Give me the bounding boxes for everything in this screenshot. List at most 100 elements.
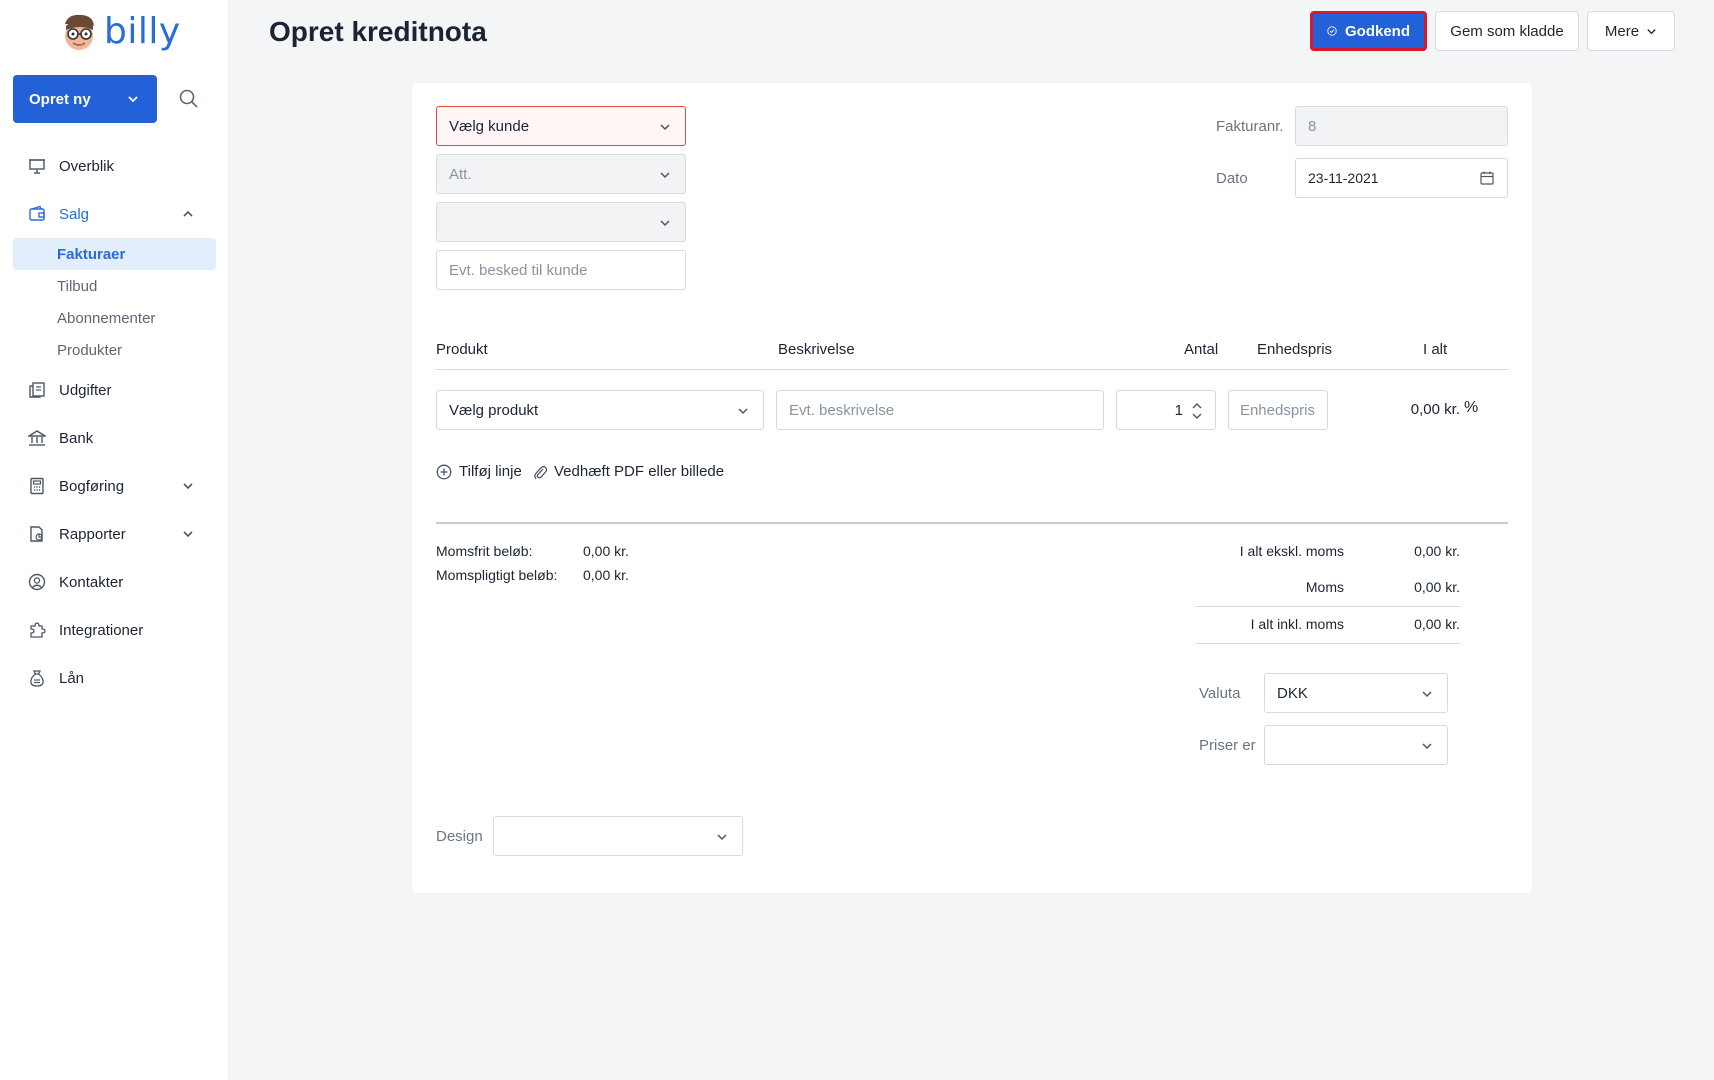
search-icon[interactable] <box>178 88 200 110</box>
line-total: 0,00 kr. <box>1410 401 1460 418</box>
user-circle-icon <box>28 573 46 591</box>
nav-label: Overblik <box>59 157 115 175</box>
vat-free-label: Momsfrit beløb: <box>436 543 533 559</box>
chevron-down-icon <box>660 220 670 227</box>
nav-label: Kontakter <box>59 573 124 591</box>
page-title: Opret kreditnota <box>269 16 487 47</box>
column-header-product: Produkt <box>436 341 488 358</box>
address-select[interactable] <box>436 202 686 242</box>
product-select-value: Vælg produkt <box>449 401 539 419</box>
nav-item-rapporter[interactable]: Rapporter <box>0 510 229 558</box>
nav-label: Rapporter <box>59 525 126 543</box>
nav-sub-item-produkter[interactable]: Produkter <box>13 334 216 366</box>
check-circle-icon <box>1327 26 1337 36</box>
nav-item-bank[interactable]: Bank <box>0 414 229 462</box>
presentation-board-icon <box>28 157 46 175</box>
nav-sub-item-fakturaer[interactable]: Fakturaer <box>13 238 216 270</box>
header-divider <box>436 369 1508 370</box>
prices-label: Priser er <box>1199 737 1256 754</box>
money-bag-icon <box>28 669 46 687</box>
chevron-down-icon <box>1422 743 1432 750</box>
nav-item-integrationer[interactable]: Integrationer <box>0 606 229 654</box>
create-new-label: Opret ny <box>29 90 91 108</box>
approve-label: Godkend <box>1344 22 1410 40</box>
nav-item-salg[interactable]: Salg <box>0 190 229 238</box>
nav-label: Udgifter <box>59 381 112 399</box>
nav-item-overblik[interactable]: Overblik <box>0 142 229 190</box>
nav-label: Integrationer <box>59 621 144 639</box>
nav-label: Bank <box>59 429 94 447</box>
more-label: Mere <box>1604 22 1640 40</box>
chevron-down-icon <box>128 96 138 103</box>
logo-text: billy <box>104 11 181 52</box>
total-excl-vat-amount: 0,00 kr. <box>1414 543 1460 559</box>
vat-liable-label: Momspligtigt beløb: <box>436 567 558 583</box>
attach-file-link[interactable]: Vedhæft PDF eller billede <box>533 463 724 480</box>
invoice-number-value: 8 <box>1308 117 1317 135</box>
chevron-down-icon <box>1422 691 1432 698</box>
chevron-up-icon <box>183 210 193 217</box>
customer-message-input[interactable]: Evt. besked til kunde <box>436 250 686 290</box>
customer-select[interactable]: Vælg kunde <box>436 106 686 146</box>
nav-sub-item-abonnementer[interactable]: Abonnementer <box>13 302 216 334</box>
currency-select[interactable]: DKK <box>1264 673 1448 713</box>
column-header-unit-price: Enhedspris <box>1257 341 1333 358</box>
discount-toggle[interactable]: % <box>1464 399 1478 417</box>
nav-label: Salg <box>59 205 90 223</box>
vat-label: Moms <box>1305 579 1344 595</box>
product-select[interactable]: Vælg produkt <box>436 390 764 430</box>
date-label: Dato <box>1216 170 1248 187</box>
description-placeholder: Evt. beskrivelse <box>789 401 895 419</box>
nav-item-kontakter[interactable]: Kontakter <box>0 558 229 606</box>
report-icon <box>28 525 46 543</box>
prices-select[interactable] <box>1264 725 1448 765</box>
column-header-quantity: Antal <box>1184 341 1219 358</box>
wallet-icon <box>28 205 46 223</box>
chevron-down-icon <box>1647 28 1656 34</box>
stepper-arrows-icon[interactable] <box>1191 401 1203 421</box>
more-button[interactable]: Mere <box>1587 11 1675 51</box>
puzzle-icon <box>28 621 46 639</box>
create-new-button[interactable]: Opret ny <box>13 75 157 123</box>
column-header-total: I alt <box>1423 341 1448 358</box>
add-line-link[interactable]: Tilføj linje <box>436 463 522 480</box>
receipts-icon <box>28 381 46 399</box>
approve-button[interactable]: Godkend <box>1310 11 1427 51</box>
nav-item-bogforing[interactable]: Bogføring <box>0 462 229 510</box>
nav-sub-item-tilbud[interactable]: Tilbud <box>13 270 216 302</box>
date-field[interactable]: 23-11-2021 <box>1295 158 1508 198</box>
nav-label: Bogføring <box>59 477 125 495</box>
total-incl-vat-label: I alt inkl. moms <box>1250 616 1344 632</box>
total-divider <box>1196 643 1460 644</box>
unit-price-input[interactable]: Enhedspris <box>1228 390 1328 430</box>
attention-select-value: Att. <box>449 165 472 183</box>
invoice-number-field[interactable]: 8 <box>1295 106 1508 146</box>
date-value: 23-11-2021 <box>1308 170 1379 186</box>
vat-free-amount: 0,00 kr. <box>583 543 629 559</box>
nav-item-udgifter[interactable]: Udgifter <box>0 366 229 414</box>
calendar-icon[interactable] <box>1480 171 1494 185</box>
currency-label: Valuta <box>1199 685 1241 702</box>
save-draft-label: Gem som kladde <box>1450 22 1564 40</box>
nav-item-lan[interactable]: Lån <box>0 654 229 702</box>
total-incl-vat-amount: 0,00 kr. <box>1414 616 1460 632</box>
design-select[interactable] <box>493 816 743 856</box>
vat-amount: 0,00 kr. <box>1414 579 1460 595</box>
add-line-label: Tilføj linje <box>459 463 522 480</box>
calculator-icon <box>28 477 46 495</box>
logo[interactable]: billy <box>60 12 181 52</box>
paperclip-icon <box>534 465 547 479</box>
main-nav: Overblik Salg Fakturaer Tilbud Abonnemen… <box>0 142 229 702</box>
description-input[interactable]: Evt. beskrivelse <box>776 390 1104 430</box>
quantity-stepper[interactable]: 1 <box>1116 390 1216 430</box>
vat-liable-amount: 0,00 kr. <box>583 567 629 583</box>
unit-price-placeholder: Enhedspris <box>1239 401 1315 419</box>
save-draft-button[interactable]: Gem som kladde <box>1435 11 1579 51</box>
total-excl-vat-label: I alt ekskl. moms <box>1239 543 1344 559</box>
quantity-value: 1 <box>1174 401 1183 419</box>
chevron-down-icon <box>183 531 193 538</box>
attention-select[interactable]: Att. <box>436 154 686 194</box>
plus-circle-icon <box>436 464 452 479</box>
chevron-down-icon <box>738 408 748 415</box>
sidebar: billy Opret ny Overblik Salg Fakturaer T… <box>0 0 229 1080</box>
